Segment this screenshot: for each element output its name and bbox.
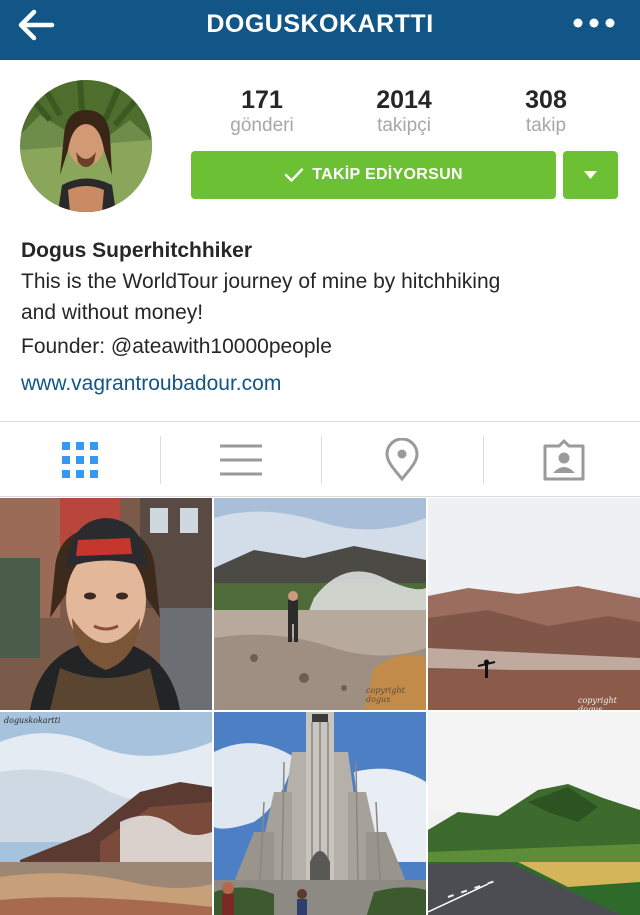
photo-watermark: copyright dogus <box>578 696 617 710</box>
profile-avatar[interactable] <box>20 80 152 212</box>
grid-icon <box>62 441 98 478</box>
checkmark-icon <box>285 168 304 182</box>
tab-tagged[interactable] <box>484 422 640 497</box>
location-pin-icon <box>385 437 419 481</box>
followers-count: 2014 <box>376 86 432 114</box>
list-icon <box>220 444 262 475</box>
avatar-photo <box>20 80 152 212</box>
more-options-button[interactable] <box>570 8 620 38</box>
profile-view-tabs <box>0 421 640 497</box>
tab-list[interactable] <box>161 422 321 497</box>
tagged-person-icon <box>543 439 585 480</box>
posts-grid: copyright dogus copyright dogus doguskok… <box>0 498 640 915</box>
caret-down-icon <box>584 171 597 179</box>
post-thumbnail-4[interactable]: doguskokartti <box>0 712 212 915</box>
posts-count: 171 <box>241 86 283 114</box>
posts-label: gönderi <box>230 115 294 136</box>
stat-posts[interactable]: 171 gönderi <box>202 86 322 138</box>
post-thumbnail-5[interactable] <box>214 712 426 915</box>
post-thumbnail-6[interactable] <box>428 712 640 915</box>
following-button-label: TAKİP EDİYORSUN <box>312 166 463 183</box>
bio-text-line-1: This is the WorldTour journey of mine by… <box>21 270 501 293</box>
following-label: takip <box>525 115 567 136</box>
profile-website-link[interactable]: www.vagrantroubadour.com <box>21 368 621 399</box>
more-dots-icon <box>573 18 615 28</box>
bio-text-line-3: Founder: @ateawith10000people <box>21 335 332 358</box>
tab-grid[interactable] <box>0 422 160 497</box>
follow-options-dropdown-button[interactable] <box>563 151 618 199</box>
stat-followers[interactable]: 2014 takipçi <box>344 86 464 138</box>
following-button[interactable]: TAKİP EDİYORSUN <box>191 151 556 199</box>
stat-following[interactable]: 308 takip <box>486 86 606 138</box>
top-bar: DOGUSKOKARTTI <box>0 0 640 60</box>
photo-watermark: doguskokartti <box>4 716 61 725</box>
photo-watermark: copyright dogus <box>366 686 405 704</box>
profile-full-name: Dogus Superhitchhiker <box>21 239 253 262</box>
profile-username-title: DOGUSKOKARTTI <box>206 10 434 38</box>
post-thumbnail-3[interactable]: copyright dogus <box>428 498 640 710</box>
profile-bio: Dogus Superhitchhiker This is the WorldT… <box>21 236 621 399</box>
followers-label: takipçi <box>377 115 431 136</box>
tab-map[interactable] <box>322 422 482 497</box>
post-thumbnail-1[interactable] <box>0 498 212 710</box>
bio-text-line-2: and without money! <box>21 301 204 324</box>
post-thumbnail-2[interactable]: copyright dogus <box>214 498 426 710</box>
following-count: 308 <box>525 86 567 114</box>
